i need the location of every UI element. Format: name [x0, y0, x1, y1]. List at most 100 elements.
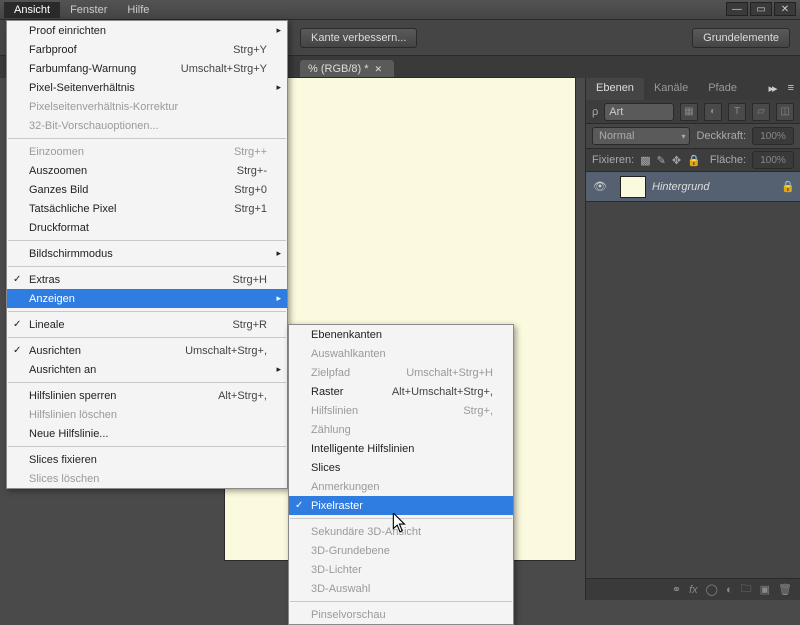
menu-fenster[interactable]: Fenster: [60, 2, 117, 18]
menu-item-label: 3D-Grundebene: [311, 545, 390, 557]
lock-brush-icon[interactable]: ✎: [657, 154, 666, 167]
menu-item-label: Zählung: [311, 424, 351, 436]
view-menu-item: Einzoomen Strg++: [7, 142, 287, 161]
view-menu-item[interactable]: Hilfslinien sperrenAlt+Strg+,: [7, 386, 287, 405]
new-layer-icon[interactable]: ▣: [760, 583, 770, 596]
view-menu-item[interactable]: FarbproofStrg+Y: [7, 40, 287, 59]
view-menu-item[interactable]: Tatsächliche PixelStrg+1: [7, 199, 287, 218]
lock-transparent-icon[interactable]: ▩: [640, 154, 650, 167]
filter-smart-icon[interactable]: ◫: [776, 103, 794, 121]
layer-name[interactable]: Hintergrund: [652, 181, 776, 193]
view-menu-item[interactable]: Ausrichten Umschalt+Strg+,: [7, 341, 287, 360]
menu-item-label: Einzoomen: [29, 146, 84, 158]
view-menu-item: Pixelseitenverhältnis-Korrektur: [7, 97, 287, 116]
shortcut: Umschalt+Strg+,: [185, 345, 267, 357]
menu-ansicht[interactable]: Ansicht: [4, 2, 60, 18]
anzeigen-submenu[interactable]: EbenenkantenAuswahlkantenZielpfadUmschal…: [288, 324, 514, 625]
lock-icon[interactable]: 🔒: [776, 180, 800, 193]
filter-pixel-icon[interactable]: ▦: [680, 103, 698, 121]
anzeigen-submenu-item: Pinselvorschau: [289, 605, 513, 624]
link-layers-icon[interactable]: ⚭: [672, 583, 681, 596]
menu-item-label: Ebenenkanten: [311, 329, 382, 341]
anzeigen-submenu-item[interactable]: Pixelraster: [289, 496, 513, 515]
anzeigen-submenu-item: Zählung: [289, 420, 513, 439]
filter-type-select[interactable]: Art: [604, 103, 674, 121]
shortcut: Alt+Strg+,: [218, 390, 267, 402]
mask-icon[interactable]: ◯: [706, 583, 718, 596]
menu-item-label: Extras: [29, 274, 60, 286]
tab-kanaele[interactable]: Kanäle: [644, 78, 698, 100]
anzeigen-submenu-item: ZielpfadUmschalt+Strg+H: [289, 363, 513, 382]
fx-icon[interactable]: fx: [689, 584, 698, 596]
view-menu-item[interactable]: Bildschirmmodus: [7, 244, 287, 263]
visibility-icon[interactable]: 👁: [586, 180, 614, 193]
view-menu-item[interactable]: Anzeigen: [7, 289, 287, 308]
menu-item-label: Pinselvorschau: [311, 609, 386, 621]
view-menu-item[interactable]: Druckformat: [7, 218, 287, 237]
tab-ebenen[interactable]: Ebenen: [586, 78, 644, 100]
maximize-icon[interactable]: ▭: [750, 2, 772, 16]
view-menu-item[interactable]: LinealeStrg+R: [7, 315, 287, 334]
menu-item-label: Farbumfang-Warnung: [29, 63, 136, 75]
view-menu-item[interactable]: Neue Hilfslinie...: [7, 424, 287, 443]
view-menu[interactable]: Proof einrichtenFarbproofStrg+YFarbumfan…: [6, 20, 288, 489]
menu-item-label: Bildschirmmodus: [29, 248, 113, 260]
panel-menu-icon[interactable]: ≡: [782, 78, 800, 100]
lock-position-icon[interactable]: ✥: [672, 154, 681, 167]
shortcut: Strg+R: [232, 319, 267, 331]
anzeigen-submenu-item[interactable]: Slices: [289, 458, 513, 477]
tab-close-icon[interactable]: ✕: [375, 64, 383, 74]
minimize-icon[interactable]: ―: [726, 2, 748, 16]
separator: [8, 138, 286, 139]
view-menu-item[interactable]: Ganzes BildStrg+0: [7, 180, 287, 199]
shortcut: Strg+H: [232, 274, 267, 286]
anzeigen-submenu-item[interactable]: Ebenenkanten: [289, 325, 513, 344]
menu-item-label: Druckformat: [29, 222, 89, 234]
shortcut: Strg++: [234, 146, 267, 158]
folder-icon[interactable]: 🗀: [741, 580, 752, 599]
separator: [290, 518, 512, 519]
blend-mode-select[interactable]: Normal: [592, 127, 690, 145]
anzeigen-submenu-item: HilfslinienStrg+,: [289, 401, 513, 420]
view-menu-item[interactable]: Extras Strg+H: [7, 270, 287, 289]
fill-value[interactable]: 100%: [752, 151, 794, 169]
view-menu-item[interactable]: AuszoomenStrg+-: [7, 161, 287, 180]
menu-item-label: Anmerkungen: [311, 481, 380, 493]
refine-edge-button[interactable]: Kante verbessern...: [300, 28, 417, 48]
shortcut: Strg+0: [234, 184, 267, 196]
layer-row[interactable]: 👁 Hintergrund 🔒: [586, 172, 800, 202]
filter-shape-icon[interactable]: ▱: [752, 103, 770, 121]
opacity-value[interactable]: 100%: [752, 127, 794, 145]
document-tab[interactable]: % (RGB/8) *✕: [300, 60, 394, 78]
filter-adjust-icon[interactable]: ◐: [704, 103, 722, 121]
layers-panel: Ebenen Kanäle Pfade ▸▸ ≡ ρ Art ▦ ◐ T ▱ ◫…: [585, 78, 800, 600]
layer-thumbnail[interactable]: [620, 176, 646, 198]
adjustment-icon[interactable]: ◐: [726, 584, 733, 596]
menu-hilfe[interactable]: Hilfe: [117, 2, 159, 18]
view-menu-item[interactable]: Ausrichten an: [7, 360, 287, 379]
filter-type-icon[interactable]: T: [728, 103, 746, 121]
view-menu-item[interactable]: Pixel-Seitenverhältnis: [7, 78, 287, 97]
essentials-button[interactable]: Grundelemente: [692, 28, 790, 48]
separator: [8, 446, 286, 447]
trash-icon[interactable]: 🗑: [778, 583, 792, 596]
view-menu-item[interactable]: Farbumfang-WarnungUmschalt+Strg+Y: [7, 59, 287, 78]
lock-label: Fixieren:: [592, 154, 634, 166]
menu-item-label: Ausrichten: [29, 345, 81, 357]
menu-item-label: Ausrichten an: [29, 364, 96, 376]
shortcut: Strg+1: [234, 203, 267, 215]
lock-all-icon[interactable]: 🔒: [687, 154, 701, 167]
menu-item-label: Slices fixieren: [29, 454, 97, 466]
tab-pfade[interactable]: Pfade: [698, 78, 747, 100]
view-menu-item[interactable]: Proof einrichten: [7, 21, 287, 40]
fill-label: Fläche:: [710, 154, 746, 166]
view-menu-item[interactable]: Slices fixieren: [7, 450, 287, 469]
anzeigen-submenu-item[interactable]: Intelligente Hilfslinien: [289, 439, 513, 458]
collapse-icon[interactable]: ▸▸: [763, 78, 782, 100]
view-menu-item: Hilfslinien löschen: [7, 405, 287, 424]
menu-item-label: Slices löschen: [29, 473, 99, 485]
close-icon[interactable]: ✕: [774, 2, 796, 16]
anzeigen-submenu-item[interactable]: RasterAlt+Umschalt+Strg+,: [289, 382, 513, 401]
panel-footer: ⚭ fx ◯ ◐ 🗀 ▣ 🗑: [586, 578, 800, 600]
anzeigen-submenu-item: 3D-Grundebene: [289, 541, 513, 560]
